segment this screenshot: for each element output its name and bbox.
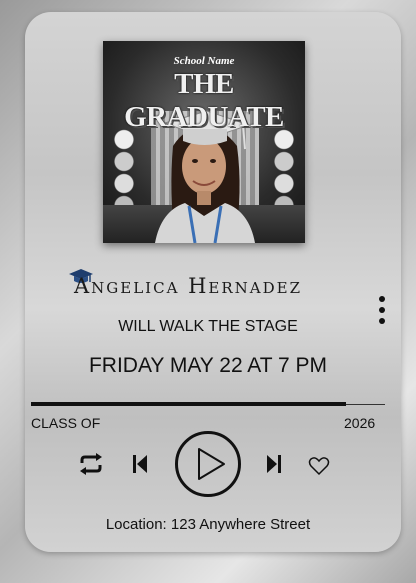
cover-school-name: School Name bbox=[173, 55, 235, 67]
progress-fill bbox=[31, 402, 347, 406]
event-location: Location: 123 Anywhere Street bbox=[105, 516, 311, 533]
skip-previous-icon[interactable] bbox=[132, 454, 148, 474]
graduate-name: Angelica Hernadez bbox=[74, 274, 303, 298]
repeat-icon[interactable] bbox=[78, 452, 104, 476]
play-button[interactable] bbox=[174, 430, 242, 498]
event-datetime: FRIDAY MAY 22 AT 7 PM bbox=[88, 354, 328, 377]
skip-next-icon[interactable] bbox=[266, 454, 282, 474]
cover-title: THE GRADUATE bbox=[124, 68, 284, 133]
progress-bar[interactable] bbox=[31, 402, 385, 406]
heart-icon[interactable] bbox=[308, 456, 330, 476]
event-headline: WILL WALK THE STAGE bbox=[118, 318, 298, 335]
progress-right-label: 2026 bbox=[344, 415, 376, 431]
album-cover: School Name THE GRADUATE bbox=[103, 41, 305, 243]
play-icon bbox=[198, 448, 225, 480]
progress-left-label: CLASS OF bbox=[31, 415, 101, 431]
